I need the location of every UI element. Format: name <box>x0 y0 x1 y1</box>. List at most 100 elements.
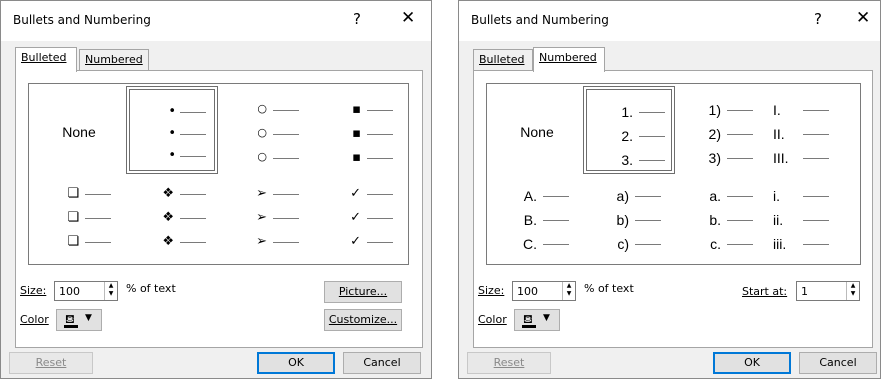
color-label-text: Color <box>478 313 507 326</box>
help-button[interactable]: ? <box>353 10 361 28</box>
number-label: 2) <box>708 126 721 142</box>
numbering-style-roman-upper[interactable]: I. II. III. <box>767 88 859 176</box>
percent-of-text-label: % of text <box>584 282 634 295</box>
reset-button-label: Reset <box>493 356 525 369</box>
color-label: Color <box>478 313 507 326</box>
reset-button[interactable]: Reset <box>9 352 93 374</box>
reset-button[interactable]: Reset <box>467 352 551 374</box>
color-label: Color <box>20 313 49 326</box>
size-label: Size: <box>20 284 46 297</box>
numbering-style-none[interactable]: None <box>491 88 583 176</box>
ok-button[interactable]: OK <box>713 352 791 374</box>
bullet-square-icon: ▪ <box>352 102 361 117</box>
tab-numbered[interactable]: Numbered <box>533 47 605 72</box>
size-value: 100 <box>517 285 538 298</box>
start-at-spinner[interactable]: 1 ▲ ▼ <box>796 281 860 301</box>
start-at-label-text: Start at: <box>742 285 788 298</box>
spinner-arrows-icon[interactable]: ▲ ▼ <box>104 282 117 300</box>
number-label: c) <box>617 236 629 252</box>
spinner-arrows-icon[interactable]: ▲ ▼ <box>562 282 575 300</box>
cancel-button[interactable]: Cancel <box>799 352 877 374</box>
tab-label: Bulleted <box>479 53 525 66</box>
picture-button-label: Picture... <box>338 285 388 298</box>
number-label: 1) <box>708 102 721 118</box>
size-label: Size: <box>478 284 504 297</box>
tab-numbered[interactable]: Numbered <box>79 49 149 70</box>
title-bar: Bullets and Numbering ? ✕ <box>459 1 880 41</box>
chevron-down-icon: ▼ <box>543 313 550 323</box>
close-icon[interactable]: ✕ <box>401 8 415 28</box>
bullet-dot-icon: • <box>168 126 176 141</box>
numbering-style-alpha-upper[interactable]: A. B. C. <box>491 180 583 268</box>
cancel-button[interactable]: Cancel <box>343 352 421 374</box>
numbering-gallery: None 1. 2. 3. 1) 2) 3) I. II. III. A. B. <box>486 83 861 265</box>
bullet-style-arrow[interactable]: ➢ ➢ ➢ <box>221 180 313 268</box>
bullet-hollow-square-icon: ❏ <box>67 234 79 249</box>
help-button[interactable]: ? <box>814 10 822 28</box>
numbering-style-roman-lower[interactable]: i. ii. iii. <box>767 180 859 268</box>
checkmark-icon: ✓ <box>350 234 361 249</box>
close-icon[interactable]: ✕ <box>856 8 870 28</box>
bullet-circle-icon: ○ <box>257 126 267 139</box>
checkmark-icon: ✓ <box>350 210 361 225</box>
number-label: III. <box>773 150 789 166</box>
bullet-style-checkmark[interactable]: ✓ ✓ ✓ <box>315 180 407 268</box>
bullet-dot-icon: • <box>168 148 176 163</box>
bullet-circle-icon: ○ <box>257 102 267 115</box>
ok-button[interactable]: OK <box>257 352 335 374</box>
bullet-dot-icon: • <box>168 104 176 119</box>
numbered-tab-panel: None 1. 2. 3. 1) 2) 3) I. II. III. A. B. <box>473 70 873 348</box>
size-spinner[interactable]: 100 ▲ ▼ <box>512 281 576 301</box>
bullet-gallery: None • • • ○ ○ ○ ▪ ▪ ▪ ❏ ❏ ❏ ❖ ❖ ❖ ➢ ➢ ➢… <box>28 83 409 265</box>
tab-bulleted[interactable]: Bulleted <box>473 49 533 70</box>
customize-button[interactable]: Customize... <box>324 309 402 331</box>
bullet-diamond-icon: ❖ <box>162 234 174 249</box>
dialog-title: Bullets and Numbering <box>471 13 609 27</box>
number-label: 3) <box>708 150 721 166</box>
number-label: 1. <box>621 104 633 120</box>
bulleted-dialog: Bullets and Numbering ? ✕ Bulleted Numbe… <box>0 0 432 379</box>
checkmark-icon: ✓ <box>350 186 361 201</box>
size-value: 100 <box>59 285 80 298</box>
numbering-style-alpha-lower-period[interactable]: a. b. c. <box>675 180 767 268</box>
bullet-diamond-icon: ❖ <box>162 210 174 225</box>
bullet-style-none[interactable]: None <box>33 88 125 176</box>
bullet-style-hollow-square[interactable]: ❏ ❏ ❏ <box>33 180 125 268</box>
color-label-text: Color <box>20 313 49 326</box>
bullet-style-circle[interactable]: ○ ○ ○ <box>221 88 313 176</box>
number-label: II. <box>773 126 785 142</box>
number-label: C. <box>523 236 537 252</box>
number-label: iii. <box>773 236 787 252</box>
bullet-square-icon: ▪ <box>352 126 361 141</box>
none-label: None <box>62 124 96 140</box>
start-at-value: 1 <box>801 285 808 298</box>
percent-of-text-label: % of text <box>126 282 176 295</box>
number-label: 2. <box>621 128 633 144</box>
tab-label: Numbered <box>85 53 143 66</box>
bullet-square-icon: ▪ <box>352 150 361 165</box>
picture-button[interactable]: Picture... <box>324 281 402 303</box>
number-label: 3. <box>621 152 633 168</box>
bullet-style-dot[interactable]: • • • <box>126 86 218 174</box>
numbering-style-alpha-lower-paren[interactable]: a) b) c) <box>583 180 675 268</box>
number-label: ii. <box>773 212 784 228</box>
bullet-style-diamond[interactable]: ❖ ❖ ❖ <box>128 180 220 268</box>
numbering-style-arabic-period[interactable]: 1. 2. 3. <box>583 86 675 174</box>
number-label: c. <box>710 236 721 252</box>
bullet-arrow-icon: ➢ <box>256 234 267 249</box>
color-picker-button[interactable]: ⛾ ▼ <box>56 309 102 331</box>
tab-label: Bulleted <box>21 51 67 64</box>
bullet-arrow-icon: ➢ <box>256 210 267 225</box>
spinner-arrows-icon[interactable]: ▲ ▼ <box>846 282 859 300</box>
start-at-label: Start at: <box>742 285 787 298</box>
tab-bulleted[interactable]: Bulleted <box>15 47 77 72</box>
bullet-style-square[interactable]: ▪ ▪ ▪ <box>315 88 407 176</box>
numbering-style-arabic-paren[interactable]: 1) 2) 3) <box>675 88 767 176</box>
title-bar: Bullets and Numbering ? ✕ <box>1 1 431 41</box>
color-picker-button[interactable]: ⛾ ▼ <box>514 309 560 331</box>
number-label: a. <box>709 188 721 204</box>
number-label: b) <box>616 212 629 228</box>
number-label: A. <box>523 188 537 204</box>
number-label: i. <box>773 188 780 204</box>
size-spinner[interactable]: 100 ▲ ▼ <box>54 281 118 301</box>
